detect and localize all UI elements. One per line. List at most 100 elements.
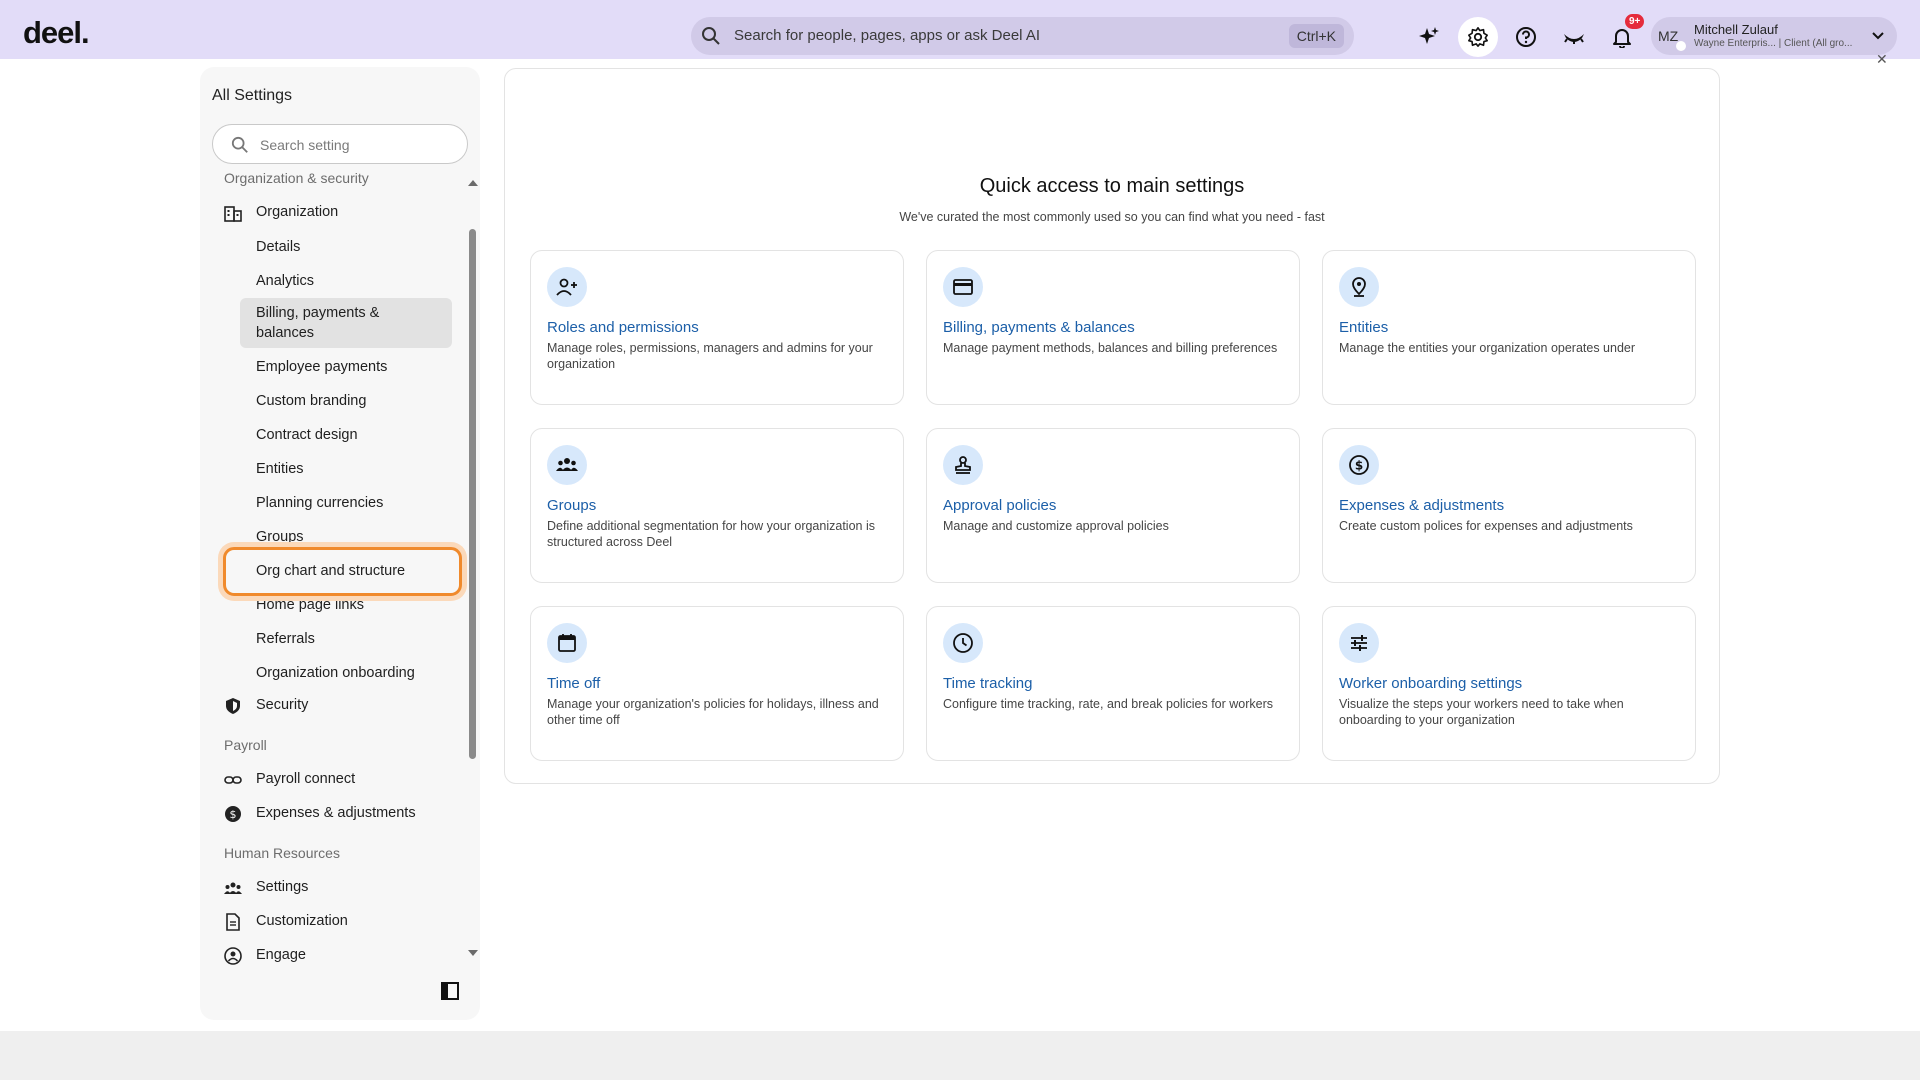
notifications-badge: 9+ [1625, 14, 1645, 29]
setting-search-placeholder: Search setting [260, 137, 350, 153]
section-organization-security: Organization & security [224, 170, 369, 186]
chevron-down-icon [1872, 32, 1884, 40]
sidebar-item-organization[interactable]: Organization [256, 204, 338, 220]
engage-icon [224, 947, 242, 965]
sidebar-item-billing[interactable]: Billing, payments & balances [240, 298, 452, 348]
user-name: Mitchell Zulauf [1694, 22, 1778, 37]
tile-desc: Define additional segmentation for how y… [547, 519, 875, 549]
tile-worker-onboarding[interactable]: Worker onboarding settings Visualize the… [1322, 606, 1696, 761]
top-bar: deel. Search for people, pages, apps or … [0, 0, 1920, 59]
sidebar-item-entities[interactable]: Entities [240, 455, 452, 483]
sidebar-item-employee-payments[interactable]: Employee payments [240, 353, 452, 381]
sidebar-item-expenses[interactable]: Expenses & adjustments [256, 805, 416, 821]
tile-title: Approval policies [943, 497, 1057, 514]
calendar-icon [547, 623, 587, 663]
tile-title: Billing, payments & balances [943, 319, 1135, 336]
tile-title: Time tracking [943, 675, 1033, 692]
tile-roles-permissions[interactable]: Roles and permissions Manage roles, perm… [530, 250, 904, 405]
scroll-up-arrow[interactable] [468, 180, 478, 186]
collapse-sidebar-icon[interactable] [441, 982, 459, 1000]
footer-band [0, 1031, 1920, 1080]
sidebar-scrollbar[interactable] [469, 229, 476, 759]
building-icon [224, 206, 242, 222]
help-icon [1516, 27, 1536, 47]
user-menu[interactable]: MZ Mitchell Zulauf Wayne Enterpris... | … [1651, 17, 1897, 55]
avatar: MZ [1658, 28, 1679, 44]
close-icon[interactable]: ✕ [1876, 51, 1888, 68]
section-payroll: Payroll [224, 737, 267, 753]
page-title: Quick access to main settings [979, 175, 1245, 197]
svg-text:$: $ [230, 808, 237, 821]
tile-desc: Manage and customize approval policies [943, 519, 1169, 533]
tile-title: Time off [547, 675, 601, 692]
search-shortcut: Ctrl+K [1288, 24, 1344, 48]
tile-title: Worker onboarding settings [1339, 675, 1523, 692]
sidebar-item-security[interactable]: Security [256, 697, 308, 713]
tile-title: Expenses & adjustments [1339, 497, 1505, 514]
sidebar-item-custom-branding[interactable]: Custom branding [240, 387, 452, 415]
gear-icon [1468, 27, 1488, 47]
sidebar-item-customization[interactable]: Customization [256, 913, 348, 929]
sidebar-item-organization-onboarding[interactable]: Organization onboarding [240, 659, 452, 687]
page-subtitle: We've curated the most commonly used so … [899, 210, 1325, 224]
sidebar-item-payroll-connect[interactable]: Payroll connect [256, 771, 355, 787]
tile-billing[interactable]: Billing, payments & balances Manage paym… [926, 250, 1300, 405]
sidebar-item-planning-currencies[interactable]: Planning currencies [240, 489, 452, 517]
focus-highlight [223, 547, 462, 596]
ai-sparkle-button[interactable] [1409, 17, 1449, 57]
help-button[interactable] [1506, 17, 1546, 57]
search-placeholder: Search for people, pages, apps or ask De… [734, 27, 1041, 44]
setting-search-input[interactable]: Search setting [212, 124, 468, 164]
tile-title: Roles and permissions [547, 319, 699, 336]
tile-expenses-adjustments[interactable]: $ Expenses & adjustments Create custom p… [1322, 428, 1696, 583]
scroll-down-arrow[interactable] [468, 950, 478, 956]
sidebar-item-analytics[interactable]: Analytics [240, 267, 452, 295]
location-pin-icon [1339, 267, 1379, 307]
sidebar-item-engage[interactable]: Engage [256, 947, 306, 963]
link-icon [224, 776, 242, 784]
deel-logo[interactable]: deel. [23, 15, 90, 51]
tile-desc: Configure time tracking, rate, and break… [943, 697, 1274, 711]
tile-time-off[interactable]: Time off Manage your organization's poli… [530, 606, 904, 761]
tile-title: Groups [547, 497, 597, 514]
sidebar-item-contract-design[interactable]: Contract design [240, 421, 452, 449]
groups-icon [547, 445, 587, 485]
sidebar-item-referrals[interactable]: Referrals [240, 625, 452, 653]
settings-sidebar: All Settings Search setting Organization… [200, 67, 480, 1020]
tile-desc: Visualize the steps your workers need to… [1339, 697, 1624, 727]
sidebar-item-hr-settings[interactable]: Settings [256, 879, 308, 895]
roles-icon [547, 267, 587, 307]
search-icon [231, 136, 248, 153]
tile-title: Entities [1339, 319, 1389, 336]
tile-desc: Manage payment methods, balances and bil… [943, 341, 1278, 355]
sliders-icon [1339, 623, 1379, 663]
sparkle-icon [1419, 27, 1439, 44]
tile-desc: Manage the entities your organization op… [1339, 341, 1636, 355]
tile-desc: Manage roles, permissions, managers and … [547, 341, 873, 371]
eye-closed-icon [1564, 34, 1584, 44]
search-icon [702, 27, 720, 45]
bell-icon [1613, 29, 1631, 48]
clock-icon [943, 623, 983, 663]
tile-time-tracking[interactable]: Time tracking Configure time tracking, r… [926, 606, 1300, 761]
people-icon [224, 882, 242, 894]
dollar-circle-icon: $ [1339, 445, 1379, 485]
settings-button[interactable] [1458, 17, 1498, 57]
shield-icon [226, 698, 240, 714]
tile-entities[interactable]: Entities Manage the entities your organi… [1322, 250, 1696, 405]
section-human-resources: Human Resources [224, 845, 340, 861]
global-search[interactable]: Search for people, pages, apps or ask De… [691, 17, 1354, 55]
tile-desc: Manage your organization's policies for … [547, 697, 879, 727]
tile-approval-policies[interactable]: Approval policies Manage and customize a… [926, 428, 1300, 583]
user-org: Wayne Enterpris... | Client (All gro... [1694, 38, 1853, 49]
inspect-button[interactable] [1554, 17, 1594, 57]
sidebar-item-details[interactable]: Details [240, 233, 452, 261]
tile-groups[interactable]: Groups Define additional segmentation fo… [530, 428, 904, 583]
quick-access-panel: Quick access to main settings We've cura… [504, 68, 1720, 784]
dollar-circle-icon: $ [225, 806, 241, 822]
tile-desc: Create custom polices for expenses and a… [1339, 519, 1633, 533]
sidebar-title: All Settings [212, 87, 293, 104]
card-icon [943, 267, 983, 307]
document-icon [226, 913, 240, 931]
svg-text:$: $ [1355, 459, 1363, 473]
